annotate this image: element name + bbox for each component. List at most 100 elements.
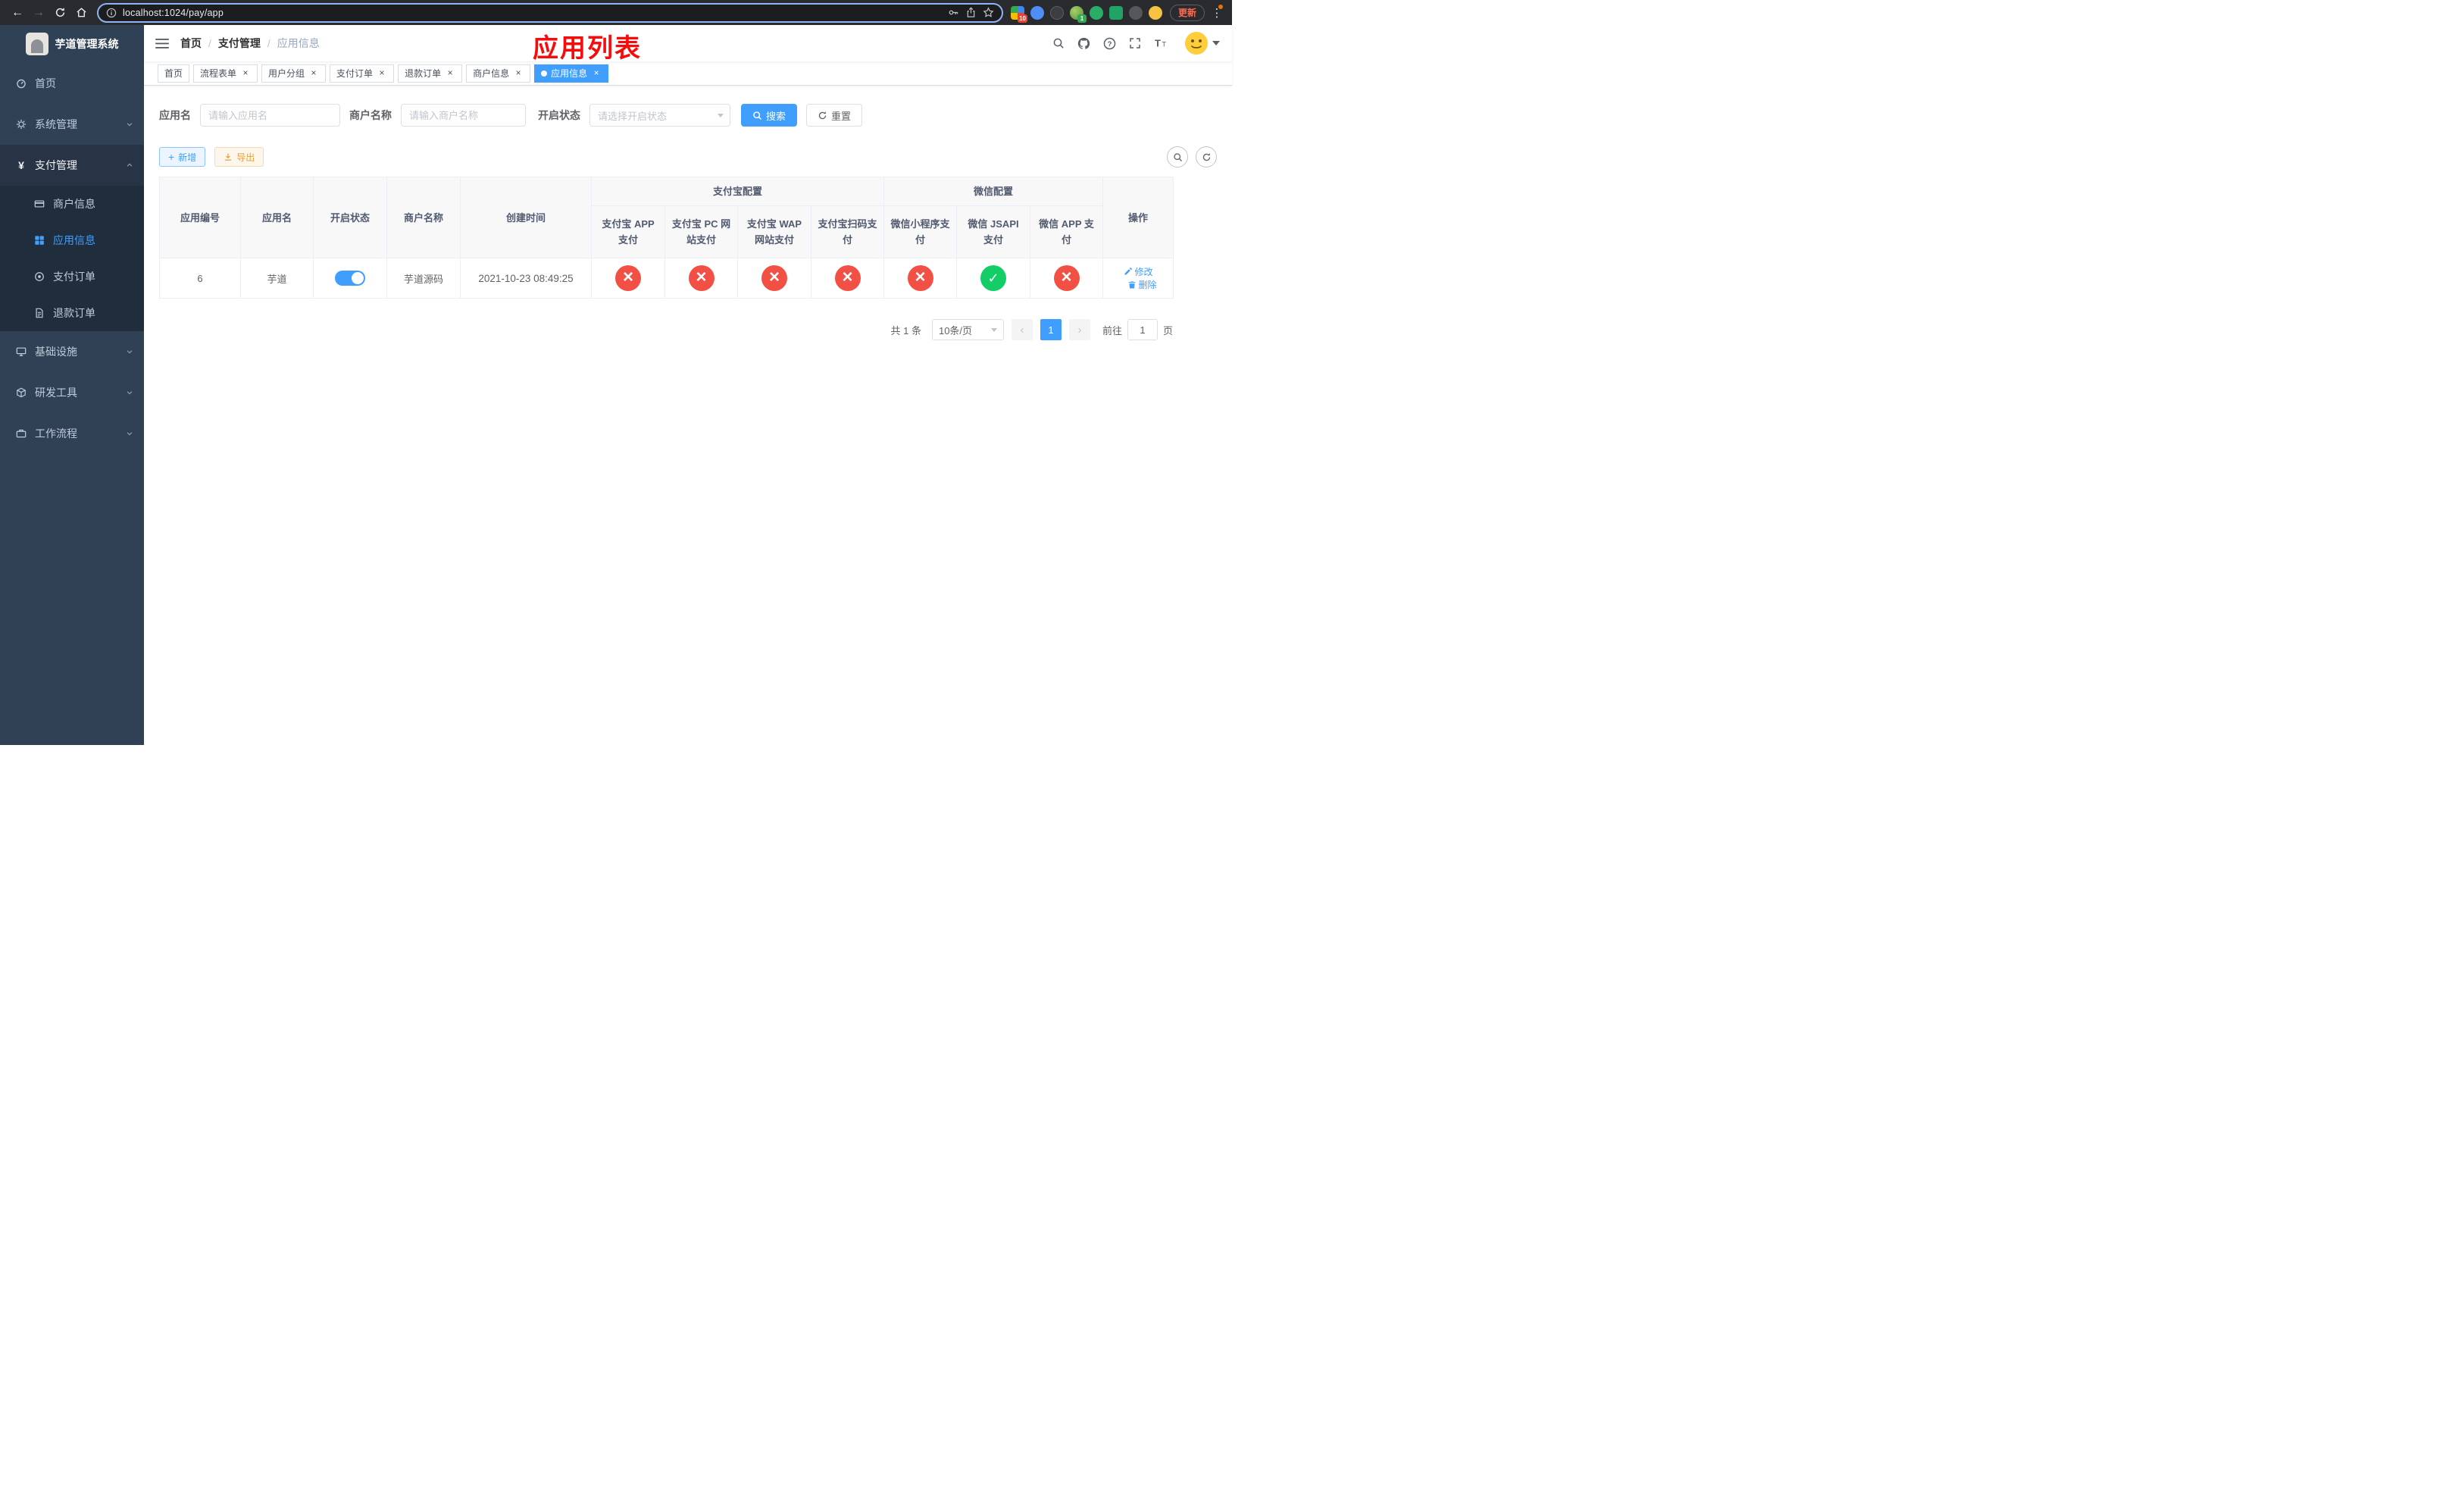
fullscreen-icon[interactable] — [1129, 37, 1141, 49]
col-header-alipay-app: 支付宝 APP 支付 — [591, 205, 665, 258]
tab-app-info[interactable]: 应用信息 × — [534, 64, 609, 83]
close-icon[interactable]: × — [377, 67, 387, 79]
merchant-name-label: 商户名称 — [349, 109, 392, 121]
avatar-image — [1185, 32, 1208, 55]
page-size-select[interactable]: 10条/页 — [931, 319, 1004, 340]
page-number-1[interactable]: 1 — [1040, 319, 1062, 340]
font-size-icon[interactable]: TT — [1154, 37, 1168, 49]
help-icon[interactable]: ? — [1103, 37, 1116, 50]
browser-back-button[interactable]: ← — [8, 3, 27, 23]
sidebar-item-infrastructure[interactable]: 基础设施 — [0, 331, 144, 372]
extension-wechat-icon[interactable] — [1089, 5, 1103, 20]
close-icon[interactable]: × — [513, 67, 524, 79]
extension-badge: 10 — [1018, 14, 1027, 23]
goto-page-input[interactable] — [1127, 319, 1158, 340]
user-avatar[interactable] — [1185, 32, 1220, 55]
close-icon[interactable]: × — [445, 67, 455, 79]
close-icon[interactable]: × — [308, 67, 319, 79]
tab-home[interactable]: 首页 — [158, 64, 190, 83]
chrome-update-button[interactable]: 更新 — [1169, 4, 1205, 21]
breadcrumb: 首页 / 支付管理 / 应用信息 — [180, 36, 320, 51]
alipay-wap-status-icon — [761, 265, 787, 291]
app-name-input[interactable] — [200, 104, 340, 127]
sidebar-item-label: 基础设施 — [35, 346, 77, 358]
refresh-table-icon[interactable] — [1196, 146, 1217, 167]
breadcrumb-separator: / — [208, 37, 211, 49]
col-header-status: 开启状态 — [313, 177, 387, 258]
sidebar-item-home[interactable]: 首页 — [0, 63, 144, 104]
edit-link[interactable]: 修改 — [1124, 265, 1153, 278]
browser-forward-button[interactable]: → — [29, 3, 48, 23]
browser-home-icon[interactable] — [71, 3, 91, 23]
yen-icon: ¥ — [18, 159, 24, 171]
export-button[interactable]: 导出 — [214, 147, 264, 167]
reset-button[interactable]: 重置 — [806, 104, 863, 127]
tab-user-group[interactable]: 用户分组 × — [261, 64, 327, 83]
sidebar-item-app-info[interactable]: 应用信息 — [0, 222, 144, 258]
sidebar-item-system[interactable]: 系统管理 — [0, 104, 144, 145]
breadcrumb-payment[interactable]: 支付管理 — [218, 36, 261, 51]
bookmark-star-icon[interactable] — [983, 7, 994, 18]
site-info-icon[interactable] — [106, 8, 117, 18]
extension-face-icon[interactable] — [1148, 5, 1162, 20]
extension-badge: 1 — [1077, 14, 1087, 23]
briefcase-icon — [15, 428, 27, 439]
sidebar-item-payment[interactable]: ¥ 支付管理 — [0, 145, 144, 186]
next-page-button[interactable]: › — [1068, 319, 1090, 340]
status-label: 开启状态 — [538, 109, 580, 121]
browser-reload-icon[interactable] — [50, 3, 70, 23]
extension-puzzle-icon[interactable] — [1128, 5, 1143, 20]
delete-link[interactable]: 删除 — [1127, 278, 1157, 291]
col-header-merchant: 商户名称 — [386, 177, 461, 258]
col-header-alipay-wap: 支付宝 WAP 网站支付 — [737, 205, 811, 258]
tab-label: 商户信息 — [473, 68, 510, 79]
sidebar-item-dev-tools[interactable]: 研发工具 — [0, 372, 144, 413]
extension-green-square-icon[interactable] — [1108, 5, 1123, 20]
prev-page-button[interactable]: ‹ — [1011, 319, 1033, 340]
close-icon[interactable]: × — [591, 67, 602, 79]
github-icon[interactable] — [1077, 37, 1090, 50]
plus-icon: + — [168, 151, 175, 163]
extension-grid-icon[interactable]: 10 — [1010, 5, 1027, 23]
add-button[interactable]: + 新增 — [159, 147, 206, 167]
goto-label: 前往 — [1102, 324, 1122, 337]
chevron-down-icon — [126, 389, 133, 396]
password-key-icon[interactable] — [948, 7, 959, 18]
sidebar-item-label: 退款订单 — [53, 307, 95, 319]
col-group-wechat: 微信配置 — [883, 177, 1104, 206]
search-icon[interactable] — [1052, 37, 1065, 49]
tab-label: 退款订单 — [405, 68, 442, 79]
alipay-qr-status-icon — [834, 265, 861, 291]
sidebar-item-refund-orders[interactable]: 退款订单 — [0, 295, 144, 331]
tab-label: 用户分组 — [268, 68, 305, 79]
status-toggle[interactable] — [335, 271, 365, 286]
browser-menu-icon[interactable]: ⋮ — [1209, 3, 1224, 23]
sidebar-item-payment-orders[interactable]: 支付订单 — [0, 258, 144, 295]
tab-process-form[interactable]: 流程表单 × — [193, 64, 258, 83]
delete-link-label: 删除 — [1138, 280, 1157, 290]
share-icon[interactable] — [965, 7, 977, 18]
alipay-app-status-icon — [615, 265, 641, 291]
tab-payment-orders[interactable]: 支付订单 × — [330, 64, 395, 83]
extension-dark-icon[interactable] — [1049, 5, 1064, 20]
extension-avatar-icon[interactable]: 1 — [1069, 5, 1087, 23]
app-logo[interactable]: 芋道管理系统 — [0, 25, 144, 63]
table-row: 6 芋道 芋道源码 2021-10-23 08:49:25 × × × × × … — [159, 258, 1174, 299]
url-text[interactable]: localhost:1024/pay/app — [123, 8, 942, 18]
status-select[interactable]: 请选择开启状态 — [589, 104, 730, 127]
merchant-name-input[interactable] — [401, 104, 526, 127]
address-bar[interactable]: localhost:1024/pay/app — [97, 2, 1003, 23]
cube-icon — [15, 387, 27, 398]
tab-refund-orders[interactable]: 退款订单 × — [398, 64, 463, 83]
extension-drop-icon[interactable] — [1030, 5, 1044, 20]
sidebar-item-workflow[interactable]: 工作流程 — [0, 413, 144, 454]
sidebar-collapse-icon[interactable] — [144, 25, 180, 61]
app-title: 芋道管理系统 — [55, 38, 119, 50]
toggle-search-icon[interactable] — [1167, 146, 1188, 167]
sidebar-item-merchant-info[interactable]: 商户信息 — [0, 186, 144, 222]
tab-merchant-info[interactable]: 商户信息 × — [466, 64, 531, 83]
close-icon[interactable]: × — [240, 67, 251, 79]
breadcrumb-home[interactable]: 首页 — [180, 36, 202, 51]
search-button[interactable]: 搜索 — [741, 104, 798, 127]
chevron-down-icon — [718, 113, 724, 117]
